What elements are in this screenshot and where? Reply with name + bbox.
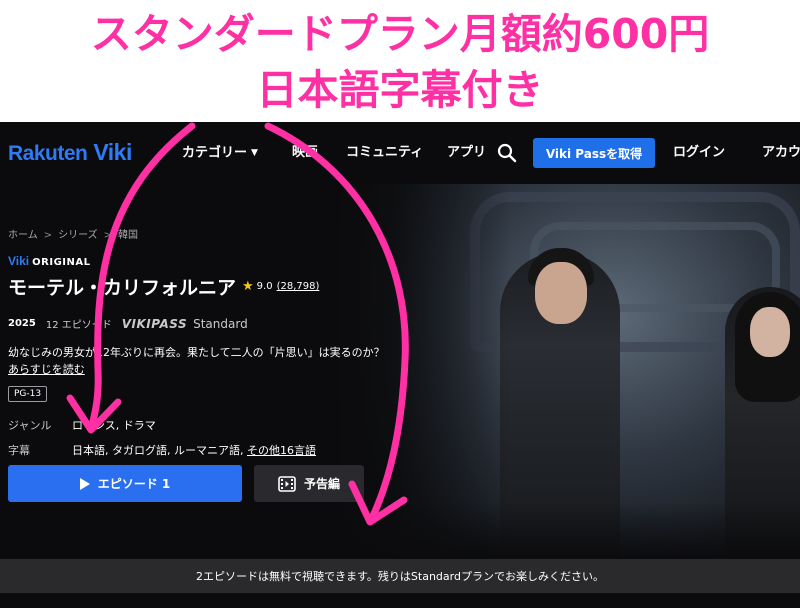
nav-apps[interactable]: アプリ [447, 143, 486, 163]
play-icon [79, 477, 90, 490]
viki-original-badge: Viki ORIGINAL [8, 254, 90, 268]
original-prefix: Viki [8, 254, 30, 268]
hero-image [330, 182, 800, 562]
title-row: モーテル・カリフォルニア ★ 9.0 (28,798) [8, 273, 319, 300]
synopsis: 幼なじみの男女が12年ぶりに再会。果たして二人の「片思い」は実るのか？ [8, 346, 385, 359]
release-year: 2025 [8, 318, 36, 329]
age-rating-badge: PG-13 [8, 386, 48, 402]
play-episode-button[interactable]: エピソード 1 [8, 465, 242, 502]
search-icon[interactable] [497, 143, 517, 163]
breadcrumb-home[interactable]: ホーム [8, 230, 38, 241]
logo-rakuten: Rakuten [8, 142, 88, 165]
play-episode-label: エピソード 1 [97, 477, 171, 491]
free-episodes-banner: 2エピソードは無料で視聴できます。残りはStandardプランでお楽しみください… [0, 559, 800, 593]
plan-label: Standard [193, 316, 248, 331]
subtitles-value: 日本語, タガログ語, ルーマニア語, [72, 444, 247, 457]
show-meta: 2025 12 エピソード VIKIPASS Standard [8, 316, 248, 332]
genre-label: ジャンル [8, 419, 52, 432]
nav-category-label: カテゴリー [182, 145, 248, 161]
nav-account[interactable]: アカウ [762, 143, 800, 163]
star-icon: ★ [242, 279, 254, 294]
get-vikipass-button[interactable]: Viki Passを取得 [533, 138, 655, 168]
nav-category[interactable]: カテゴリー ▼ [182, 143, 258, 164]
trailer-button[interactable]: 予告編 [254, 465, 364, 502]
caret-down-icon: ▼ [251, 148, 258, 158]
subtitles-label: 字幕 [8, 444, 30, 457]
rating-value: 9.0 [256, 281, 273, 292]
headline-line-1: スタンダードプラン月額約600円 [90, 10, 710, 58]
episode-count: 12 エピソード [45, 320, 112, 331]
trailer-label: 予告編 [303, 477, 340, 491]
rating-count-link[interactable]: (28,798) [277, 281, 320, 292]
headline-line-2: 日本語字幕付き [256, 66, 544, 114]
breadcrumb-separator: > [43, 230, 53, 241]
breadcrumb-separator: > [103, 230, 112, 241]
headline-caption: スタンダードプラン月額約600円 日本語字幕付き [0, 0, 800, 122]
film-icon [278, 475, 296, 492]
nav-login[interactable]: ログイン [673, 143, 725, 163]
subtitles-row: 字幕 日本語, タガログ語, ルーマニア語, その他16言語 [8, 442, 316, 458]
genre-row: ジャンル ロマンス, ドラマ [8, 417, 156, 433]
nav-movies[interactable]: 映画 [292, 143, 318, 163]
rakuten-viki-logo[interactable]: Rakuten Viki [8, 139, 132, 167]
top-nav: Rakuten Viki カテゴリー ▼ 映画 コミュニティ アプリ Viki P… [0, 122, 800, 184]
more-languages-link[interactable]: その他16言語 [247, 444, 316, 457]
breadcrumb-korea[interactable]: 韓国 [118, 230, 138, 241]
breadcrumb-series[interactable]: シリーズ [58, 230, 98, 241]
nav-community[interactable]: コミュニティ [346, 143, 423, 163]
vikipass-label: VIKIPASS [121, 316, 188, 331]
read-more-link[interactable]: あらすじを読む [8, 361, 85, 377]
viki-screenshot: Rakuten Viki カテゴリー ▼ 映画 コミュニティ アプリ Viki P… [0, 122, 800, 608]
genre-value[interactable]: ロマンス, ドラマ [72, 419, 156, 432]
original-suffix: ORIGINAL [32, 257, 91, 268]
logo-viki: Viki [93, 139, 132, 165]
show-title: モーテル・カリフォルニア [8, 277, 237, 299]
breadcrumb: ホーム > シリーズ > 韓国 [8, 226, 138, 241]
